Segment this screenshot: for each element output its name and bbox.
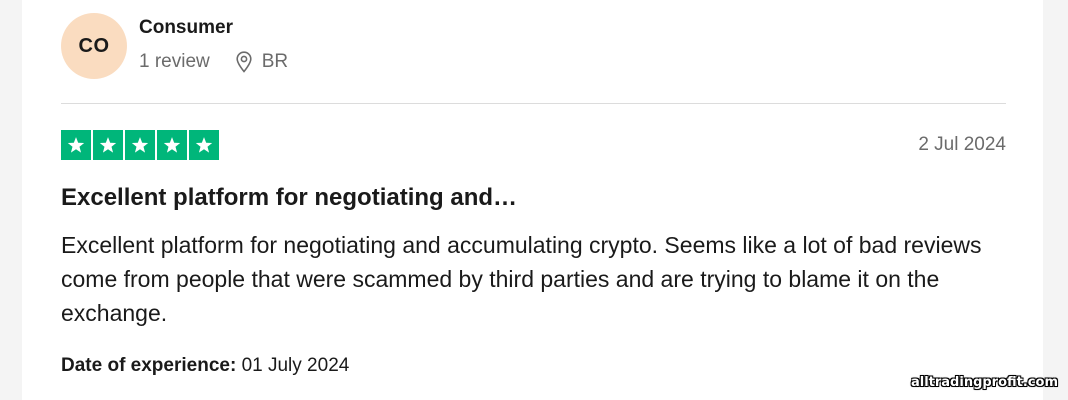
star-icon [189, 130, 219, 160]
review-body: Excellent platform for negotiating and a… [61, 232, 982, 326]
star-rating [61, 130, 219, 160]
review-card: CO Consumer 1 review BR 2 Jul 2024 Excel… [22, 0, 1043, 400]
avatar-initials: CO [78, 34, 110, 57]
reviewer-location: BR [261, 51, 289, 72]
star-icon [157, 130, 187, 160]
avatar[interactable]: CO [61, 13, 127, 79]
reviewer-name[interactable]: Consumer [139, 17, 233, 39]
date-of-experience: Date of experience: 01 July 2024 [61, 355, 349, 377]
experience-date: 01 July 2024 [241, 355, 350, 376]
review-count: 1 review [139, 51, 210, 72]
star-icon [125, 130, 155, 160]
watermark: alltradingprofit.com [910, 375, 1058, 390]
experience-label: Date of experience: [61, 355, 237, 376]
star-icon [93, 130, 123, 160]
review-title[interactable]: Excellent platform for negotiating and… [61, 184, 517, 212]
reviewer-meta: 1 review BR [139, 50, 288, 74]
location-pin-icon [236, 51, 252, 73]
review-date: 2 Jul 2024 [918, 134, 1006, 155]
divider [61, 103, 1006, 104]
star-icon [61, 130, 91, 160]
